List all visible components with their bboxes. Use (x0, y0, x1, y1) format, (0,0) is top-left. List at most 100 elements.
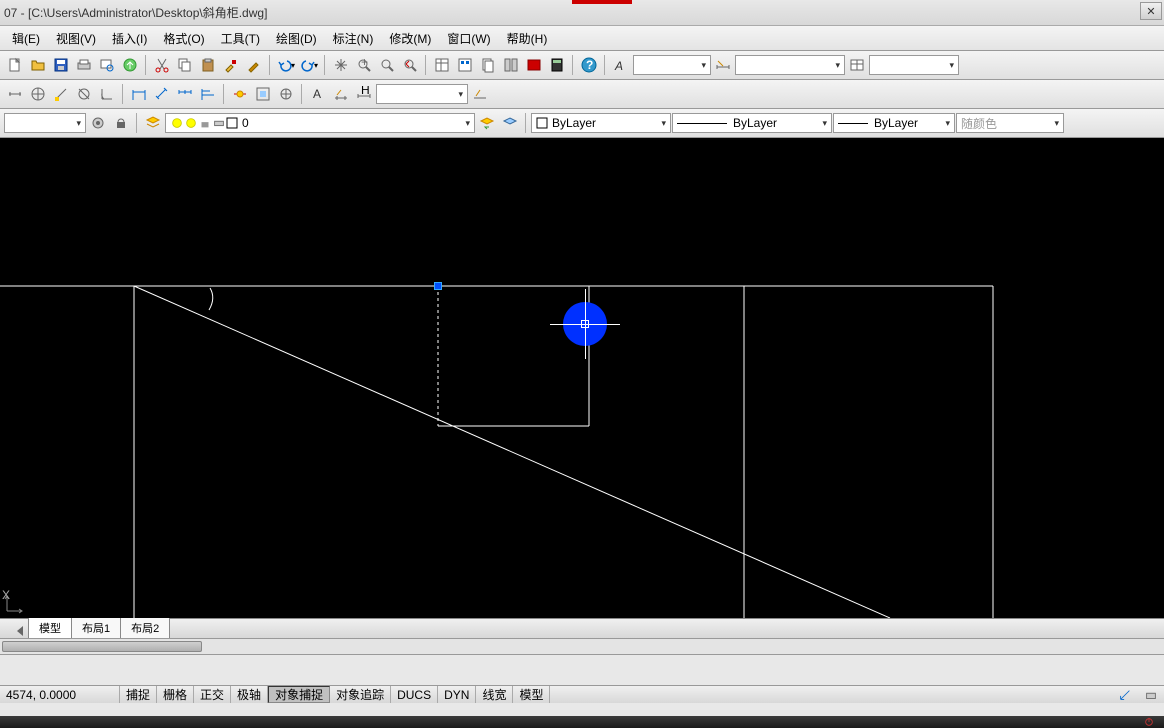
mtext-icon[interactable] (330, 83, 352, 105)
annotation-scale-icon[interactable] (1112, 686, 1138, 703)
dimstyle-icon[interactable] (712, 54, 734, 76)
grip-point[interactable] (434, 282, 442, 290)
linetype-value: ByLayer (733, 116, 777, 130)
menu-window[interactable]: 窗口(W) (439, 27, 498, 50)
zoom-window-icon[interactable] (376, 54, 398, 76)
copy-icon[interactable] (174, 54, 196, 76)
undo-icon[interactable]: ▾ (275, 54, 297, 76)
zoom-realtime-icon[interactable]: + (353, 54, 375, 76)
design-center-icon[interactable] (454, 54, 476, 76)
workspace-settings-icon[interactable] (87, 112, 109, 134)
status-dyn[interactable]: DYN (438, 686, 476, 703)
save-icon[interactable] (50, 54, 72, 76)
drawing-canvas[interactable]: X (0, 138, 1164, 618)
window-title: 07 - [C:\Users\Administrator\Desktop\斜角柜… (4, 4, 1160, 21)
taskbar-strip (0, 716, 1164, 728)
ucs-icon: X (4, 594, 12, 608)
menu-modify[interactable]: 修改(M) (381, 27, 439, 50)
sheet-set-icon[interactable] (477, 54, 499, 76)
layer-combo[interactable]: 0 ▾ (165, 113, 475, 133)
status-lwt[interactable]: 线宽 (476, 686, 513, 703)
open-icon[interactable] (27, 54, 49, 76)
menu-dimension[interactable]: 标注(N) (325, 27, 382, 50)
status-model[interactable]: 模型 (513, 686, 550, 703)
layer-name: 0 (242, 116, 249, 130)
menu-view[interactable]: 视图(V) (48, 27, 104, 50)
plot-icon[interactable] (73, 54, 95, 76)
linetype-combo[interactable]: ByLayer ▾ (672, 113, 832, 133)
tablestyle-icon[interactable] (846, 54, 868, 76)
color-combo[interactable]: ByLayer ▾ (531, 113, 671, 133)
paste-icon[interactable] (197, 54, 219, 76)
layer-manager-icon[interactable] (142, 112, 164, 134)
text-icon[interactable]: A (307, 83, 329, 105)
dim-baseline-icon[interactable] (197, 83, 219, 105)
plotstyle-combo[interactable]: 随颜色 ▾ (956, 113, 1064, 133)
status-grid[interactable]: 栅格 (157, 686, 194, 703)
dim-aligned-icon[interactable] (151, 83, 173, 105)
layer-plot-icon (212, 116, 226, 130)
calc-icon[interactable] (546, 54, 568, 76)
status-osnap[interactable]: 对象捕捉 (268, 686, 330, 703)
zoom-previous-icon[interactable] (399, 54, 421, 76)
cut-icon[interactable] (151, 54, 173, 76)
leader-icon[interactable]: H (353, 83, 375, 105)
status-ortho[interactable]: 正交 (194, 686, 231, 703)
textstyle-icon[interactable]: A (610, 54, 632, 76)
menu-edit[interactable]: 辑(E) (4, 27, 48, 50)
markup-icon[interactable] (523, 54, 545, 76)
status-ducs[interactable]: DUCS (391, 686, 438, 703)
publish-icon[interactable] (119, 54, 141, 76)
match-properties-icon[interactable] (220, 54, 242, 76)
menu-help[interactable]: 帮助(H) (499, 27, 556, 50)
dim-linear-icon[interactable] (128, 83, 150, 105)
workspace-combo[interactable]: ▾ (4, 113, 86, 133)
close-icon[interactable]: ✕ (1140, 2, 1162, 20)
h-scrollbar[interactable] (0, 638, 1164, 655)
status-snap[interactable]: 捕捉 (120, 686, 157, 703)
properties-icon[interactable] (431, 54, 453, 76)
dim-style-combo[interactable]: ▾ (376, 84, 468, 104)
distance-icon[interactable] (4, 83, 26, 105)
layer-states-icon[interactable] (499, 112, 521, 134)
layer-color-swatch (226, 117, 238, 129)
menu-tools[interactable]: 工具(T) (213, 27, 268, 50)
dim-continue-icon[interactable] (174, 83, 196, 105)
multi-leader-icon[interactable] (252, 83, 274, 105)
pan-icon[interactable] (330, 54, 352, 76)
help-icon[interactable]: ? (578, 54, 600, 76)
ucs-icon[interactable] (27, 83, 49, 105)
status-polar[interactable]: 极轴 (231, 686, 268, 703)
color-value: ByLayer (552, 116, 596, 130)
separator (145, 55, 147, 75)
dimstyle-combo[interactable]: ▾ (735, 55, 845, 75)
osnap-icon[interactable] (50, 83, 72, 105)
menu-format[interactable]: 格式(O) (155, 27, 212, 50)
tablestyle-combo[interactable]: ▾ (869, 55, 959, 75)
layer-previous-icon[interactable] (476, 112, 498, 134)
status-otrack[interactable]: 对象追踪 (330, 686, 391, 703)
region-icon[interactable] (73, 83, 95, 105)
center-mark-icon[interactable] (275, 83, 297, 105)
top-accent-strip (572, 0, 632, 4)
separator (425, 55, 427, 75)
brush-icon[interactable] (243, 54, 265, 76)
menu-draw[interactable]: 绘图(D) (268, 27, 325, 50)
workspace-lock-icon[interactable] (110, 112, 132, 134)
tab-layout1[interactable]: 布局1 (71, 617, 121, 638)
dim-update-icon[interactable] (469, 83, 491, 105)
tool-palette-icon[interactable] (500, 54, 522, 76)
quick-dim-icon[interactable] (229, 83, 251, 105)
angle-icon[interactable] (96, 83, 118, 105)
h-scroll-thumb[interactable] (2, 641, 202, 652)
new-icon[interactable] (4, 54, 26, 76)
tab-nav-left-icon[interactable] (14, 624, 26, 638)
tab-layout2[interactable]: 布局2 (120, 617, 170, 638)
status-tray-icon[interactable] (1138, 686, 1164, 703)
redo-icon[interactable]: ▾ (298, 54, 320, 76)
lineweight-combo[interactable]: ByLayer ▾ (833, 113, 955, 133)
preview-icon[interactable] (96, 54, 118, 76)
textstyle-combo[interactable]: ▾ (633, 55, 711, 75)
menu-insert[interactable]: 插入(I) (104, 27, 155, 50)
tab-model[interactable]: 模型 (28, 617, 72, 638)
